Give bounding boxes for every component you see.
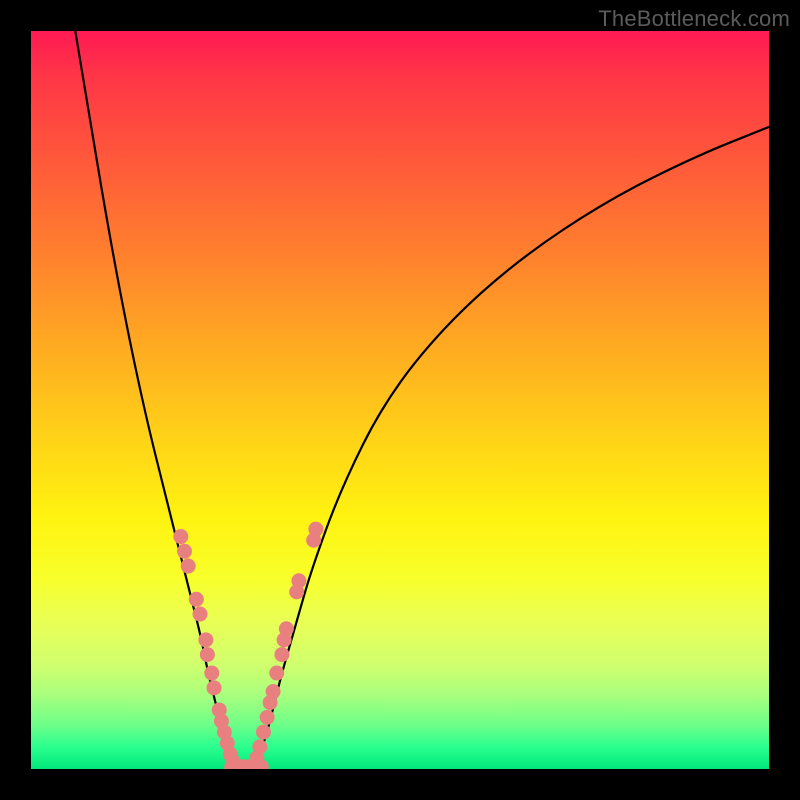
highlight-dot xyxy=(256,725,271,740)
highlight-dots xyxy=(173,522,323,769)
highlight-dot xyxy=(279,621,294,636)
highlight-dot xyxy=(274,647,289,662)
highlight-dot xyxy=(204,666,219,681)
highlight-dot xyxy=(260,710,275,725)
highlight-dot xyxy=(291,573,306,588)
highlight-dot xyxy=(269,666,284,681)
highlight-dot xyxy=(177,544,192,559)
highlight-dot xyxy=(266,684,281,699)
highlight-dot xyxy=(189,592,204,607)
highlight-dot xyxy=(198,632,213,647)
highlight-dot xyxy=(207,680,222,695)
highlight-dot xyxy=(181,559,196,574)
highlight-dot xyxy=(193,607,208,622)
highlight-dot xyxy=(252,739,267,754)
highlight-dot xyxy=(308,522,323,537)
watermark-text: TheBottleneck.com xyxy=(598,6,790,32)
highlight-dot xyxy=(200,647,215,662)
right-curve xyxy=(252,127,769,769)
plot-area xyxy=(31,31,769,769)
highlight-dot xyxy=(173,529,188,544)
chart-svg xyxy=(31,31,769,769)
chart-frame: TheBottleneck.com xyxy=(0,0,800,800)
